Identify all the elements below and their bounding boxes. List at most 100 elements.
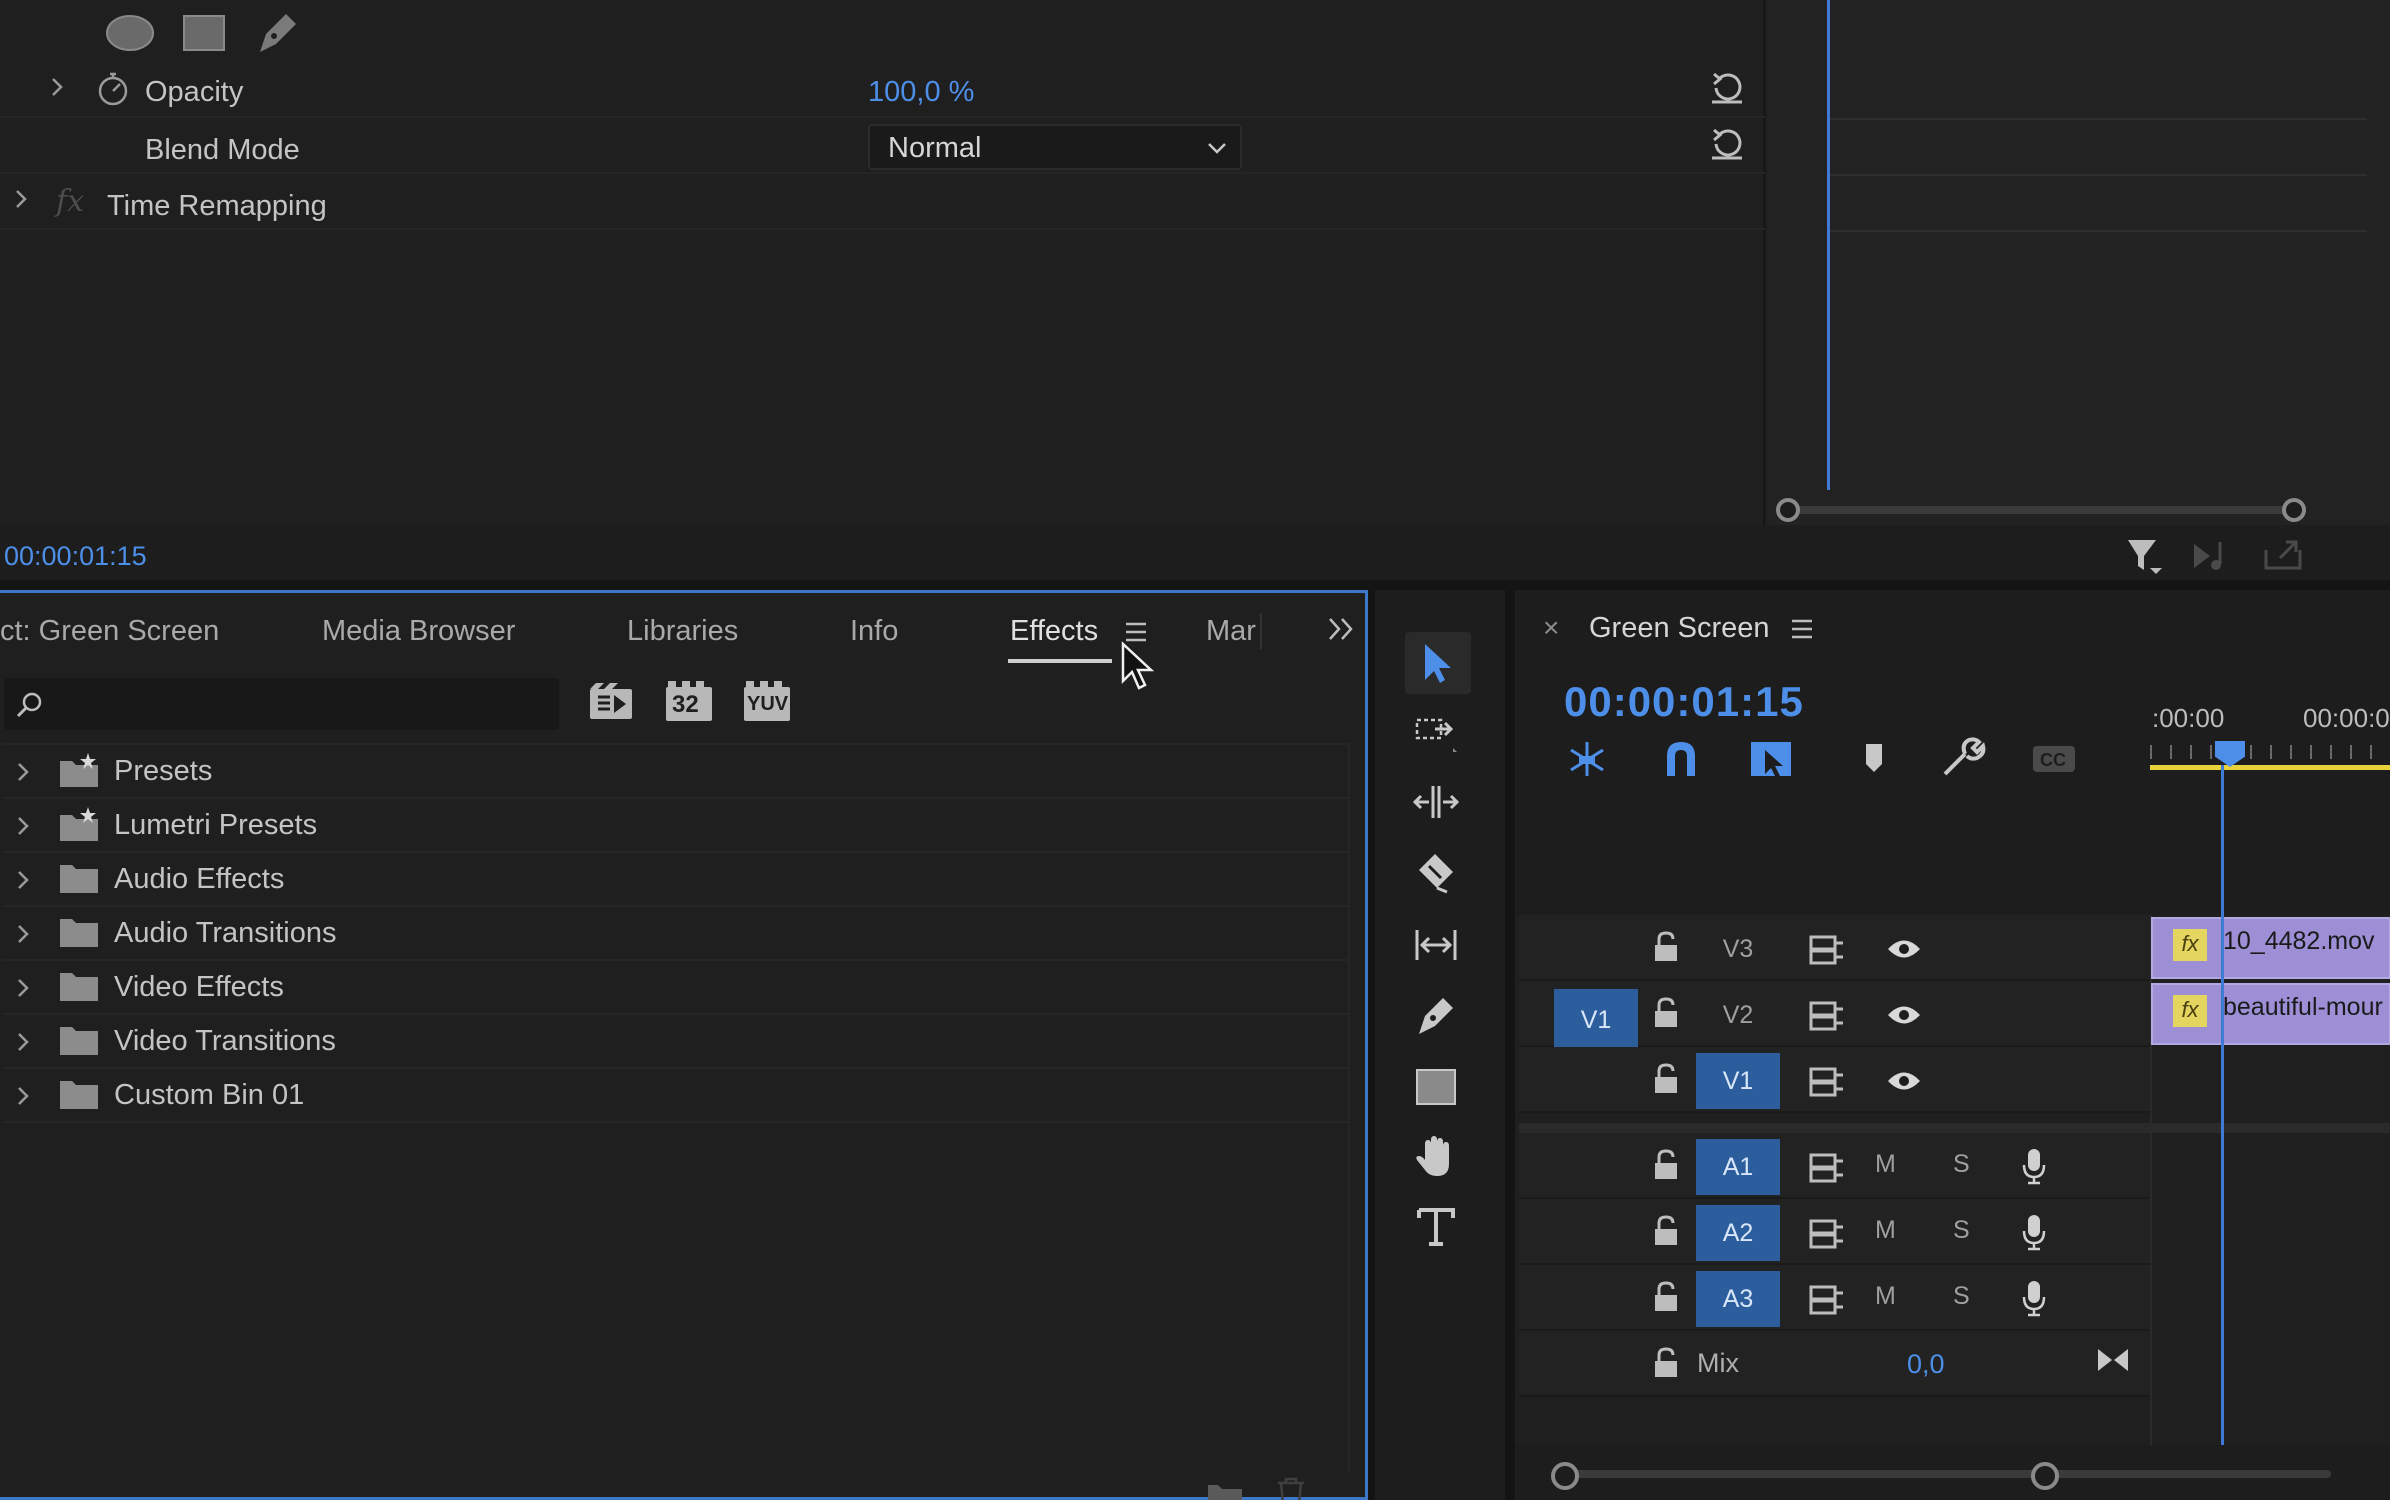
sequence-title[interactable]: Green Screen: [1589, 612, 1770, 645]
slip-tool-icon[interactable]: [1405, 914, 1471, 976]
track-label[interactable]: V3: [1696, 921, 1780, 977]
stopwatch-icon[interactable]: [96, 70, 130, 108]
effect-controls-timecode[interactable]: 00:00:01:15: [4, 541, 147, 572]
list-item-lumetri-presets[interactable]: Lumetri Presets: [2, 799, 1350, 853]
list-item-presets[interactable]: Presets: [2, 745, 1350, 799]
expand-chevron-icon[interactable]: [14, 188, 28, 210]
list-item-video-effects[interactable]: Video Effects: [2, 961, 1350, 1015]
razor-tool-icon[interactable]: [1405, 844, 1471, 906]
mute-button[interactable]: M: [1875, 1216, 1896, 1245]
opacity-value[interactable]: 100,0 %: [868, 76, 974, 109]
mute-button[interactable]: M: [1875, 1282, 1896, 1311]
solo-button[interactable]: S: [1953, 1150, 1970, 1179]
sync-lock-icon[interactable]: [1809, 935, 1845, 965]
tab-media-browser[interactable]: Media Browser: [322, 615, 515, 648]
new-bin-icon[interactable]: [1206, 1481, 1246, 1500]
snap-icon[interactable]: [1655, 736, 1707, 782]
expand-chevron-icon[interactable]: [50, 76, 64, 98]
track-label[interactable]: A1: [1696, 1139, 1780, 1195]
overflow-chevrons-icon[interactable]: [1326, 615, 1356, 643]
32-bit-color-button[interactable]: 32: [666, 681, 712, 723]
clip-beautiful-mountain[interactable]: fx beautiful-mour: [2151, 983, 2390, 1045]
list-item-video-transitions[interactable]: Video Transitions: [2, 1015, 1350, 1069]
timeline-zoom-scrollbar[interactable]: [1515, 1445, 2390, 1500]
yuv-button[interactable]: YUV: [744, 681, 790, 723]
mute-button[interactable]: M: [1875, 1150, 1896, 1179]
captions-icon[interactable]: CC: [2029, 736, 2081, 782]
track-label[interactable]: V1: [1696, 1053, 1780, 1109]
track-label[interactable]: V2: [1696, 987, 1780, 1043]
sync-lock-icon[interactable]: [1809, 1219, 1845, 1249]
scrollbar-handle-left[interactable]: [1776, 498, 1800, 522]
sequence-menu-icon[interactable]: [1790, 617, 1814, 641]
track-select-forward-tool-icon[interactable]: [1405, 702, 1471, 764]
scrollbar-handle-left[interactable]: [1551, 1462, 1579, 1490]
tab-libraries[interactable]: Libraries: [627, 615, 738, 648]
tab-project[interactable]: ct: Green Screen: [0, 615, 219, 648]
time-ruler[interactable]: :00:00 00:00:0: [2150, 695, 2390, 825]
hand-tool-icon[interactable]: [1405, 1126, 1471, 1188]
tab-effects[interactable]: Effects: [1010, 615, 1098, 648]
expand-chevron-icon[interactable]: [16, 977, 30, 999]
sync-lock-icon[interactable]: [1809, 1153, 1845, 1183]
track-label[interactable]: A3: [1696, 1271, 1780, 1327]
ripple-edit-tool-icon[interactable]: [1405, 772, 1471, 834]
playhead-timecode[interactable]: 00:00:01:15: [1564, 678, 1804, 726]
microphone-icon[interactable]: [2021, 1279, 2047, 1317]
sync-lock-icon[interactable]: [1809, 1285, 1845, 1315]
scrollbar-handle-right[interactable]: [2031, 1462, 2059, 1490]
video-audio-divider[interactable]: [1519, 1123, 2390, 1133]
track-label[interactable]: A2: [1696, 1205, 1780, 1261]
expand-chevron-icon[interactable]: [16, 1031, 30, 1053]
expand-chevron-icon[interactable]: [16, 761, 30, 783]
pen-mask-icon[interactable]: [252, 8, 300, 58]
work-area-bar[interactable]: [2150, 765, 2390, 770]
rectangle-mask-icon[interactable]: [180, 10, 228, 56]
export-icon[interactable]: [2262, 536, 2306, 572]
list-item-audio-transitions[interactable]: Audio Transitions: [2, 907, 1350, 961]
effects-search-input[interactable]: [4, 678, 559, 730]
reset-blend-mode-icon[interactable]: [1706, 122, 1748, 164]
zoom-scrollbar[interactable]: [1776, 496, 2306, 524]
clip-10-4482[interactable]: fx 10_4482.mov: [2151, 917, 2390, 979]
filter-icon[interactable]: [2124, 536, 2164, 576]
microphone-icon[interactable]: [2021, 1213, 2047, 1251]
solo-button[interactable]: S: [1953, 1282, 1970, 1311]
source-patch-v1[interactable]: V1: [1554, 989, 1638, 1051]
lock-icon[interactable]: [1652, 1347, 1680, 1379]
sync-lock-icon[interactable]: [1809, 1067, 1845, 1097]
lock-icon[interactable]: [1652, 1215, 1680, 1247]
reset-opacity-icon[interactable]: [1706, 66, 1748, 108]
lock-icon[interactable]: [1652, 931, 1680, 963]
search-field[interactable]: [50, 684, 540, 724]
close-sequence-icon[interactable]: ×: [1543, 612, 1559, 644]
expand-chevron-icon[interactable]: [16, 1085, 30, 1107]
mix-collapse-icon[interactable]: [2096, 1345, 2130, 1375]
ellipse-mask-icon[interactable]: [104, 10, 156, 56]
expand-chevron-icon[interactable]: [16, 815, 30, 837]
lock-icon[interactable]: [1652, 997, 1680, 1029]
type-tool-icon[interactable]: [1405, 1196, 1471, 1258]
play-audio-icon[interactable]: [2190, 538, 2234, 574]
accelerated-effects-icon[interactable]: [588, 681, 634, 723]
tab-info[interactable]: Info: [850, 615, 898, 648]
lock-icon[interactable]: [1652, 1149, 1680, 1181]
blend-mode-dropdown[interactable]: Normal: [868, 124, 1242, 170]
expand-chevron-icon[interactable]: [16, 923, 30, 945]
tab-markers[interactable]: Mar: [1206, 615, 1256, 648]
sync-lock-icon[interactable]: [1809, 1001, 1845, 1031]
list-item-custom-bin-01[interactable]: Custom Bin 01: [2, 1069, 1350, 1123]
microphone-icon[interactable]: [2021, 1147, 2047, 1185]
rectangle-tool-icon[interactable]: [1405, 1056, 1471, 1118]
effect-controls-timeline[interactable]: [1767, 0, 2390, 525]
wrench-settings-icon[interactable]: [1937, 736, 1989, 782]
eye-icon[interactable]: [1886, 936, 1922, 962]
eye-icon[interactable]: [1886, 1002, 1922, 1028]
add-marker-icon[interactable]: [1850, 736, 1902, 782]
nest-sequence-icon[interactable]: [1561, 736, 1613, 782]
solo-button[interactable]: S: [1953, 1216, 1970, 1245]
linked-selection-icon[interactable]: [1747, 736, 1799, 782]
list-item-audio-effects[interactable]: Audio Effects: [2, 853, 1350, 907]
eye-icon[interactable]: [1886, 1068, 1922, 1094]
expand-chevron-icon[interactable]: [16, 869, 30, 891]
